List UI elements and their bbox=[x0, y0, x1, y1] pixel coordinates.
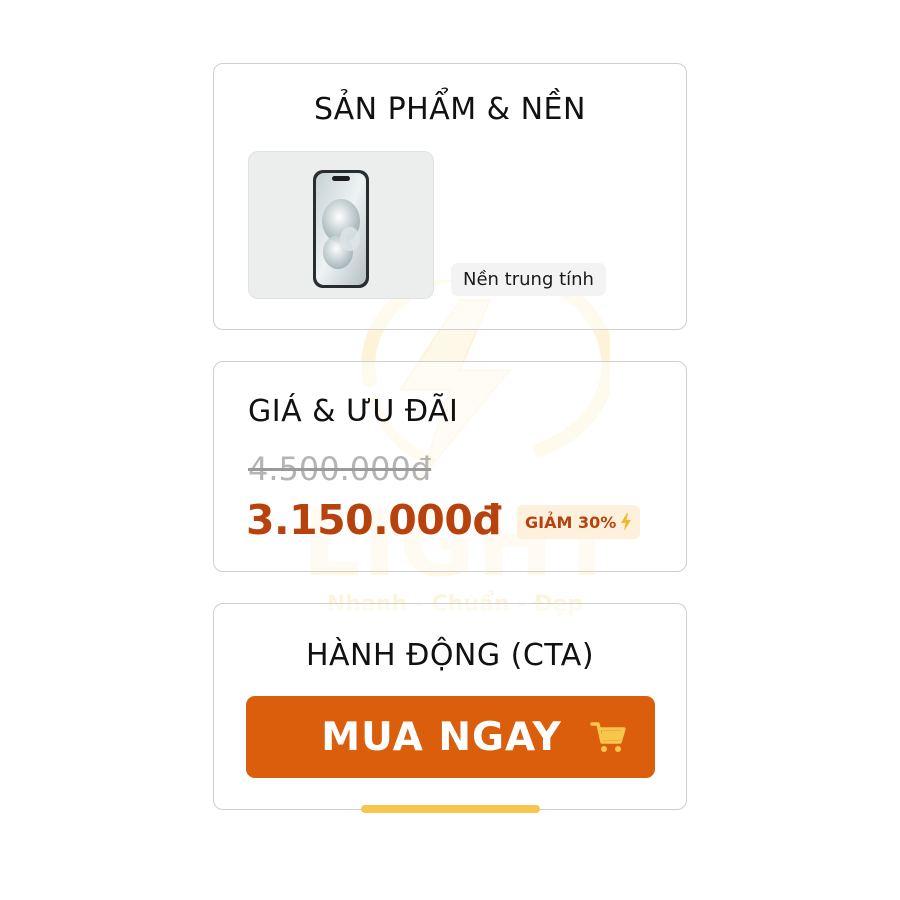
cta-section-title: HÀNH ĐỘNG (CTA) bbox=[305, 638, 595, 673]
product-image-box[interactable] bbox=[248, 151, 434, 299]
discount-label: GIẢM 30% bbox=[525, 512, 617, 532]
shopping-cart-icon bbox=[589, 722, 626, 752]
price-section-title: GIÁ & ƯU ĐÃI bbox=[248, 394, 459, 429]
scroll-indicator[interactable] bbox=[361, 805, 540, 813]
buy-now-button[interactable]: MUA NGAY bbox=[246, 696, 655, 778]
cta-card: HÀNH ĐỘNG (CTA) MUA NGAY bbox=[213, 603, 687, 810]
product-background-card: SẢN PHẨM & NỀN Nền trung tính bbox=[213, 63, 687, 330]
neutral-background-label: Nền trung tính bbox=[451, 263, 606, 296]
product-phone-image bbox=[313, 170, 369, 288]
lightning-bolt-icon bbox=[621, 513, 632, 531]
buy-now-label: MUA NGAY bbox=[321, 714, 562, 760]
discount-badge: GIẢM 30% bbox=[517, 505, 641, 539]
original-price: 4.500.000đ bbox=[248, 450, 432, 488]
sale-price: 3.150.000đ bbox=[246, 496, 502, 544]
product-section-title: SẢN PHẨM & NỀN bbox=[314, 92, 586, 127]
price-offer-card: GIÁ & ƯU ĐÃI 4.500.000đ 3.150.000đ GIẢM … bbox=[213, 361, 687, 572]
